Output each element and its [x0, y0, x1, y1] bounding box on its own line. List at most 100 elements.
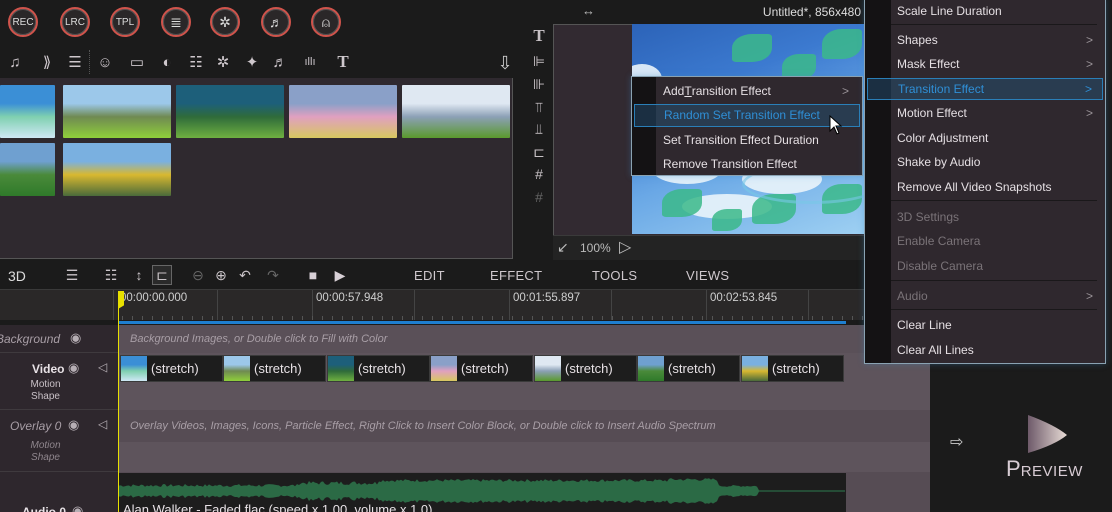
zoom-level[interactable]: 100% — [580, 241, 611, 255]
track-header-background[interactable]: Background ◉ — [0, 325, 118, 353]
shape-label[interactable]: Shape — [28, 391, 63, 402]
track-header-overlay[interactable]: Overlay 0 ◉ ◁ Motion Shape — [0, 410, 118, 472]
library-thumbnail[interactable] — [402, 85, 510, 138]
chevron-right-icon: > — [1085, 57, 1093, 71]
text-icon[interactable]: T — [530, 26, 548, 45]
download-icon[interactable]: ⇩ — [494, 52, 516, 74]
align-left-icon[interactable]: ⊫ — [530, 52, 548, 70]
menu-effect[interactable]: EFFECT — [490, 268, 542, 283]
eye-icon[interactable]: ◉ — [70, 330, 81, 346]
play-icon[interactable]: ▶ — [330, 265, 350, 285]
video-clip[interactable]: (stretch) — [327, 355, 430, 382]
preview-button[interactable]: PREVIEW — [1006, 456, 1083, 482]
ruler-time-label: 00:00:57.948 — [316, 292, 384, 304]
motion-label[interactable]: Motion — [28, 379, 63, 390]
track-header-audio[interactable]: Audio 0 ◉ — [0, 472, 118, 512]
contrast-icon[interactable]: ◐ — [157, 52, 177, 72]
video-clip[interactable]: (stretch) — [637, 355, 740, 382]
puzzle-icon[interactable]: ✦ — [242, 52, 262, 72]
menu-views[interactable]: VIEWS — [686, 268, 729, 283]
ruler-tick — [532, 316, 533, 320]
rec-button[interactable]: REC — [8, 7, 38, 37]
frame-icon[interactable]: ⊏ — [530, 143, 548, 161]
battery-icon[interactable]: ▭ — [127, 52, 147, 72]
music-score-icon[interactable]: ♬ — [270, 52, 290, 72]
align-right-icon[interactable]: ⊪ — [530, 75, 548, 93]
preview-play-icon[interactable] — [1025, 413, 1069, 455]
grid-view-icon[interactable]: ☷ — [101, 265, 121, 285]
library-thumbnail[interactable] — [0, 85, 55, 138]
submenu-item[interactable]: Remove Transition Effect — [663, 153, 859, 176]
text-icon[interactable]: T — [333, 52, 353, 72]
transition-icon[interactable]: ⟫ — [37, 52, 57, 72]
submenu-item[interactable]: Add Transition Effect > — [663, 79, 859, 102]
grid-dense-icon[interactable]: # — [530, 165, 548, 183]
menu-item-motion-effect[interactable]: Motion Effect > — [897, 102, 1103, 124]
track-header-video[interactable]: Video ◉ ◁ Motion Shape — [0, 353, 118, 410]
stop-icon[interactable]: ■ — [303, 265, 323, 285]
zoom-out-icon[interactable]: ⊖ — [188, 265, 208, 285]
shrink-icon[interactable]: ↙ — [557, 239, 569, 256]
snap-icon[interactable]: ⊏ — [152, 265, 172, 285]
speaker-icon[interactable]: ◁ — [98, 360, 107, 374]
menu-item-color-adjustment[interactable]: Color Adjustment — [897, 127, 1103, 149]
library-thumbnail[interactable] — [63, 143, 171, 196]
music-icon[interactable]: ♫ — [5, 52, 25, 72]
user-button[interactable]: ⍝ — [311, 7, 341, 37]
video-clip[interactable]: (stretch) — [430, 355, 533, 382]
music-score-button[interactable]: ♬ — [261, 7, 291, 37]
particle-icon[interactable]: ✲ — [213, 52, 233, 72]
menu-item-mask-effect[interactable]: Mask Effect > — [897, 53, 1103, 75]
particle-button[interactable]: ✲ — [210, 7, 240, 37]
motion-label[interactable]: Motion — [28, 440, 63, 451]
track-list-icon[interactable]: ☰ — [62, 265, 82, 285]
background-track[interactable]: Background Images, or Double click to Fi… — [119, 325, 930, 353]
submenu-item[interactable]: Random Set Transition Effect — [634, 103, 860, 127]
library-thumbnail[interactable] — [63, 85, 171, 138]
library-thumbnail[interactable] — [0, 143, 55, 196]
list-button[interactable]: ≣ — [161, 7, 191, 37]
spectrum-icon[interactable]: ıllı — [300, 52, 320, 72]
undo-icon[interactable]: ↶ — [235, 265, 255, 285]
eye-icon[interactable]: ◉ — [68, 417, 79, 433]
zoom-in-icon[interactable]: ⊕ — [211, 265, 231, 285]
video-clip[interactable]: (stretch) — [534, 355, 637, 382]
eye-icon[interactable]: ◉ — [72, 503, 83, 512]
menu-item-shake-by-audio[interactable]: Shake by Audio — [897, 151, 1103, 173]
library-thumbnail[interactable] — [289, 85, 397, 138]
lrc-button[interactable]: LRC — [60, 7, 90, 37]
menu-edit[interactable]: EDIT — [414, 268, 445, 283]
list-icon[interactable]: ☷ — [186, 52, 206, 72]
library-thumbnail[interactable] — [176, 85, 284, 138]
menu-item-transition-effect[interactable]: Transition Effect > — [867, 78, 1103, 100]
overlay-motion-lane[interactable] — [119, 442, 930, 472]
align-bottom-icon[interactable]: ⫫ — [530, 120, 548, 138]
ruler-major-tick — [113, 290, 114, 320]
3d-mode-button[interactable]: 3D — [8, 268, 26, 284]
overlay-track[interactable]: Overlay Videos, Images, Icons, Particle … — [119, 410, 930, 442]
tpl-button[interactable]: TPL — [110, 7, 140, 37]
menu-item-remove-all-video-snapshots[interactable]: Remove All Video Snapshots — [897, 176, 1103, 198]
menu-item-scale-line-duration[interactable]: Scale Line Duration — [897, 0, 1103, 22]
eye-icon[interactable]: ◉ — [68, 360, 79, 376]
preview-play-icon[interactable]: ▷ — [619, 237, 631, 257]
shape-label[interactable]: Shape — [28, 452, 63, 463]
emoji-icon[interactable]: ☺ — [95, 52, 115, 72]
menu-item-shapes[interactable]: Shapes > — [897, 29, 1103, 51]
vertical-resize-icon[interactable]: ↕ — [129, 265, 149, 285]
video-clip[interactable]: (stretch) — [223, 355, 326, 382]
menu-tools[interactable]: TOOLS — [592, 268, 637, 283]
menu-item-clear-all-lines[interactable]: Clear All Lines — [897, 339, 1103, 361]
redo-icon[interactable]: ↷ — [263, 265, 283, 285]
video-clip[interactable]: (stretch) — [120, 355, 223, 382]
audio-clip[interactable]: Alan Walker - Faded.flac (speed x 1.00, … — [119, 473, 846, 512]
playhead[interactable] — [118, 291, 119, 512]
playlist-icon[interactable]: ☰ — [65, 52, 85, 72]
menu-separator — [891, 24, 1097, 25]
align-top-icon[interactable]: ⫪ — [530, 98, 548, 116]
menu-item-clear-line[interactable]: Clear Line — [897, 314, 1103, 336]
expand-icon[interactable]: ↔ — [582, 3, 595, 18]
speaker-icon[interactable]: ◁ — [98, 417, 107, 431]
video-clip[interactable]: (stretch) — [741, 355, 844, 382]
grid-icon[interactable]: # — [530, 188, 548, 206]
